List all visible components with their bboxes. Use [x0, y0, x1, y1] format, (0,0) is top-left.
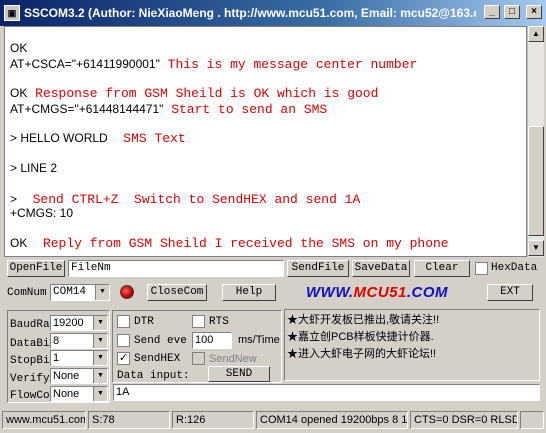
chevron-down-icon[interactable]: ▼: [93, 334, 107, 348]
terminal-output[interactable]: OK AT+CSCA="+61411990001" This is my mes…: [4, 26, 527, 257]
close-com-button[interactable]: CloseCom: [147, 284, 207, 301]
stop-bits-select[interactable]: 1 ▼: [50, 350, 108, 366]
hex-data-checkbox[interactable]: [475, 262, 488, 275]
flow-control-select[interactable]: None ▼: [50, 386, 108, 402]
terminal-line: AT+CSCA="+61411990001" This is my messag…: [10, 57, 418, 72]
data-input-label: Data input:: [117, 370, 190, 382]
news-item[interactable]: ★嘉立创PCB样板快捷计价器.: [287, 328, 537, 344]
com-num-select[interactable]: COM14 ▼: [50, 284, 110, 301]
verify-select[interactable]: None ▼: [50, 368, 108, 384]
port-status-led-icon: [120, 285, 134, 299]
stop-bits-label: StopBi: [10, 355, 50, 367]
terminal-line: > LINE 2: [10, 161, 58, 175]
terminal-line: > HELLO WORLD SMS Text: [10, 131, 186, 146]
save-data-button[interactable]: SaveData: [352, 260, 410, 277]
dtr-label: DTR: [134, 316, 154, 328]
data-bits-label: DataBi: [10, 338, 50, 350]
interval-unit-label: ms/Time: [238, 334, 280, 346]
data-input-field[interactable]: 1A: [113, 384, 540, 401]
hex-data-label: HexData: [491, 262, 538, 274]
title-bar: ▣ SSCOM3.2 (Author: NieXiaoMeng . http:/…: [0, 0, 546, 26]
send-hex-checkbox[interactable]: ✓: [117, 352, 130, 365]
send-new-checkbox[interactable]: [192, 352, 205, 365]
status-sent-count: S:78: [88, 411, 170, 429]
send-hex-label: SendHEX: [134, 353, 181, 365]
terminal-line: OK Reply from GSM Sheild I received the …: [10, 236, 449, 251]
rts-label: RTS: [209, 316, 229, 328]
status-received-count: R:126: [172, 411, 254, 429]
news-item[interactable]: ★大虾开发板已推出,敬请关注!!: [287, 311, 537, 327]
clear-button[interactable]: Clear: [414, 260, 470, 277]
status-bar: www.mcu51.com S:78 R:126 COM14 opened 19…: [0, 409, 546, 431]
close-button[interactable]: ×: [526, 5, 542, 19]
help-button[interactable]: Help: [222, 284, 276, 301]
send-new-label: SendNew: [209, 353, 257, 365]
resize-grip-icon[interactable]: [520, 411, 544, 429]
data-bits-select[interactable]: 8 ▼: [50, 333, 108, 349]
terminal-line: OK Response from GSM Sheild is OK which …: [10, 86, 379, 101]
send-every-checkbox[interactable]: [117, 334, 130, 347]
com-num-label: ComNum: [7, 287, 47, 299]
send-file-button[interactable]: SendFile: [287, 260, 349, 277]
scroll-up-icon[interactable]: ▲: [528, 26, 544, 42]
rts-checkbox[interactable]: [192, 315, 205, 328]
send-button[interactable]: SEND: [208, 366, 270, 382]
ext-button[interactable]: EXT: [487, 284, 533, 301]
chevron-down-icon[interactable]: ▼: [93, 387, 107, 401]
terminal-line: > Send CTRL+Z Switch to SendHEX and send…: [10, 192, 361, 207]
verify-label: Verify: [10, 373, 50, 385]
status-port: COM14 opened 19200bps 8 1: [256, 411, 408, 429]
terminal-line: +CMGS: 10: [10, 206, 74, 220]
status-signals: CTS=0 DSR=0 RLSD=0: [410, 411, 518, 429]
chevron-down-icon[interactable]: ▼: [93, 369, 107, 383]
news-item[interactable]: ★进入大虾电子网的大虾论坛!!: [287, 345, 537, 361]
baud-rate-select[interactable]: 19200 ▼: [50, 315, 108, 331]
terminal-line: AT+CMGS="+61448144471" Start to send an …: [10, 102, 328, 117]
window-title: SSCOM3.2 (Author: NieXiaoMeng . http://w…: [24, 6, 476, 20]
flow-control-label: FlowCo: [10, 390, 50, 402]
scroll-thumb[interactable]: [528, 126, 544, 236]
terminal-line: OK: [10, 41, 28, 55]
minimize-button[interactable]: _: [484, 5, 500, 19]
send-every-label: Send eve: [134, 335, 187, 347]
baud-rate-label: BaudRa: [10, 319, 50, 331]
scroll-down-icon[interactable]: ▼: [528, 240, 544, 256]
news-panel: ★大虾开发板已推出,敬请关注!! ★嘉立创PCB样板快捷计价器. ★进入大虾电子…: [284, 309, 540, 381]
chevron-down-icon[interactable]: ▼: [93, 351, 107, 365]
maximize-button[interactable]: □: [504, 5, 520, 19]
brand-logo: WWW.MCU51.COM: [306, 284, 449, 301]
chevron-down-icon[interactable]: ▼: [95, 285, 109, 300]
chevron-down-icon[interactable]: ▼: [93, 316, 107, 330]
file-name-field[interactable]: FileNm: [68, 260, 284, 277]
terminal-scrollbar[interactable]: ▲ ▼: [527, 26, 544, 257]
send-interval-input[interactable]: 100: [192, 332, 232, 349]
status-site: www.mcu51.com: [2, 411, 86, 429]
open-file-button[interactable]: OpenFile: [7, 260, 65, 277]
terminal-app-icon[interactable]: ▣: [4, 5, 20, 21]
dtr-checkbox[interactable]: [117, 315, 130, 328]
